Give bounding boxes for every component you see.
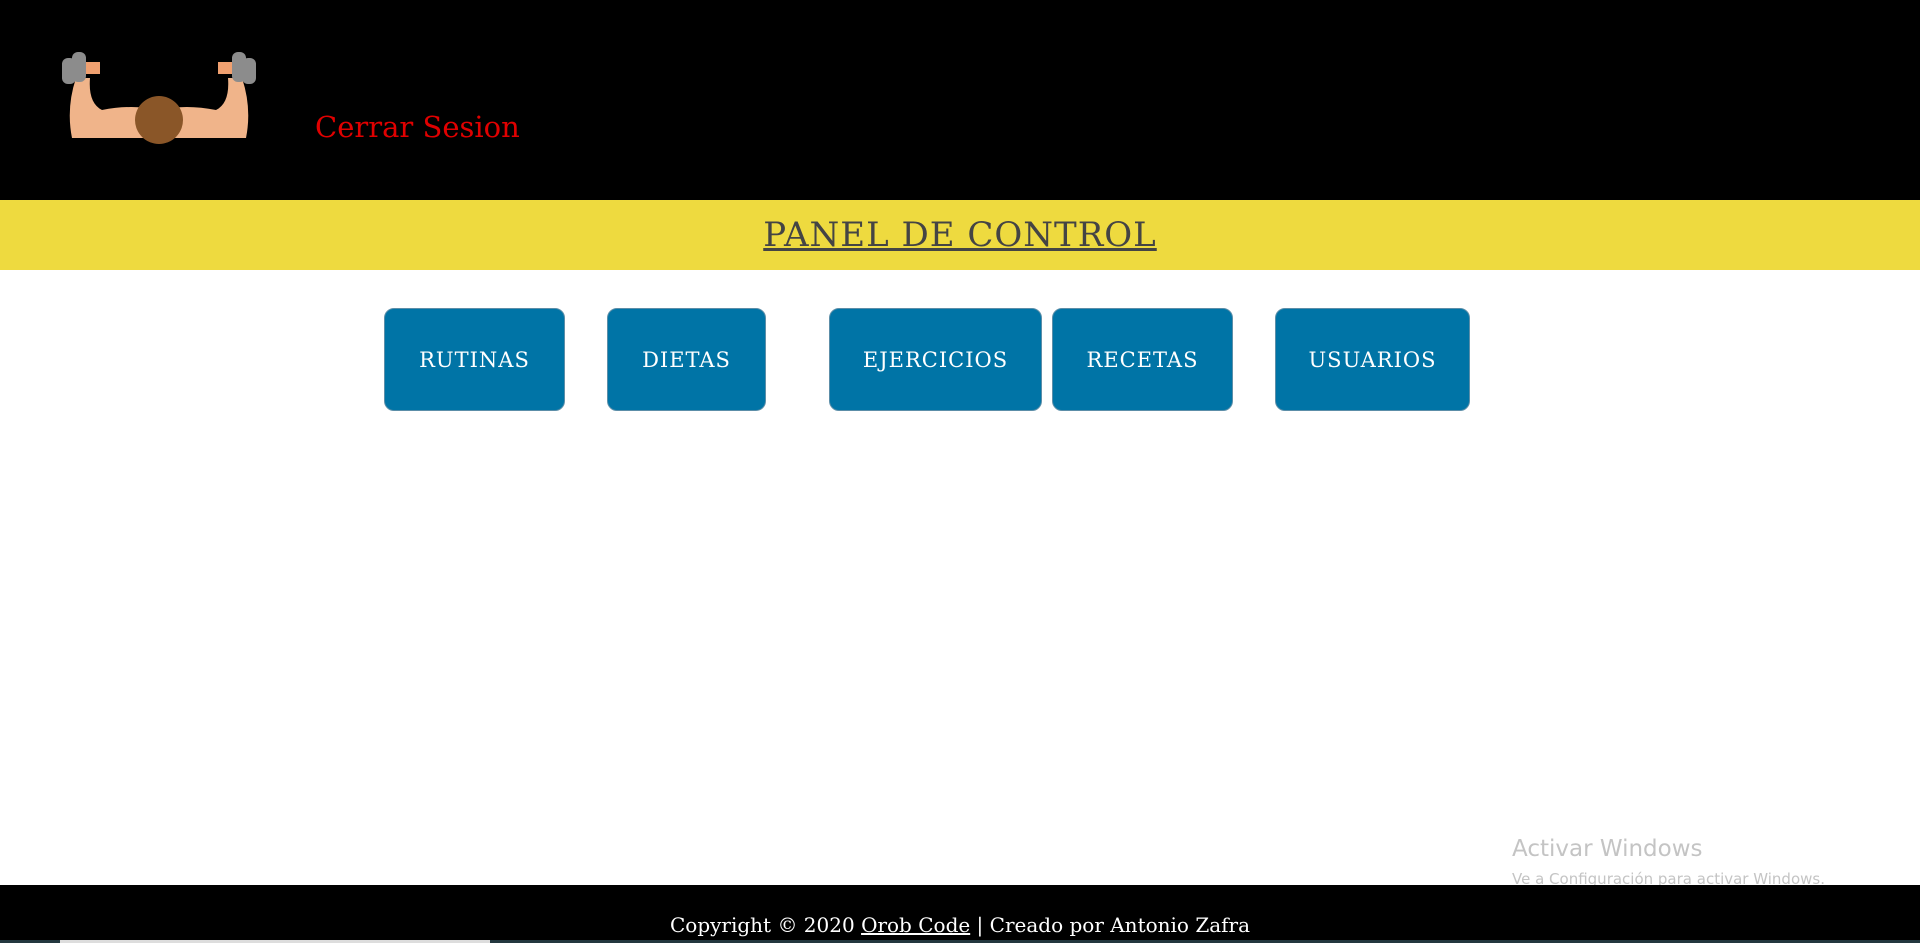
- windows-activation-watermark: Activar Windows Ve a Configuración para …: [1512, 836, 1825, 888]
- rutinas-button[interactable]: RUTINAS: [384, 308, 565, 411]
- watermark-title: Activar Windows: [1512, 836, 1703, 862]
- orob-code-link[interactable]: Orob Code: [861, 913, 970, 937]
- author-text: | Creado por Antonio Zafra: [970, 913, 1251, 937]
- page-title: PANEL DE CONTROL: [763, 215, 1157, 255]
- logo-icon: [62, 52, 256, 144]
- page-title-banner: PANEL DE CONTROL: [0, 200, 1920, 270]
- ejercicios-button[interactable]: EJERCICIOS: [829, 308, 1042, 411]
- recetas-button[interactable]: RECETAS: [1052, 308, 1233, 411]
- logout-link[interactable]: Cerrar Sesion: [315, 110, 520, 144]
- usuarios-button[interactable]: USUARIOS: [1275, 308, 1470, 411]
- header: Cerrar Sesion: [0, 0, 1920, 200]
- footer: Copyright © 2020 Orob Code | Creado por …: [0, 885, 1920, 943]
- copyright-text: Copyright © 2020: [669, 913, 862, 937]
- dietas-button[interactable]: DIETAS: [607, 308, 766, 411]
